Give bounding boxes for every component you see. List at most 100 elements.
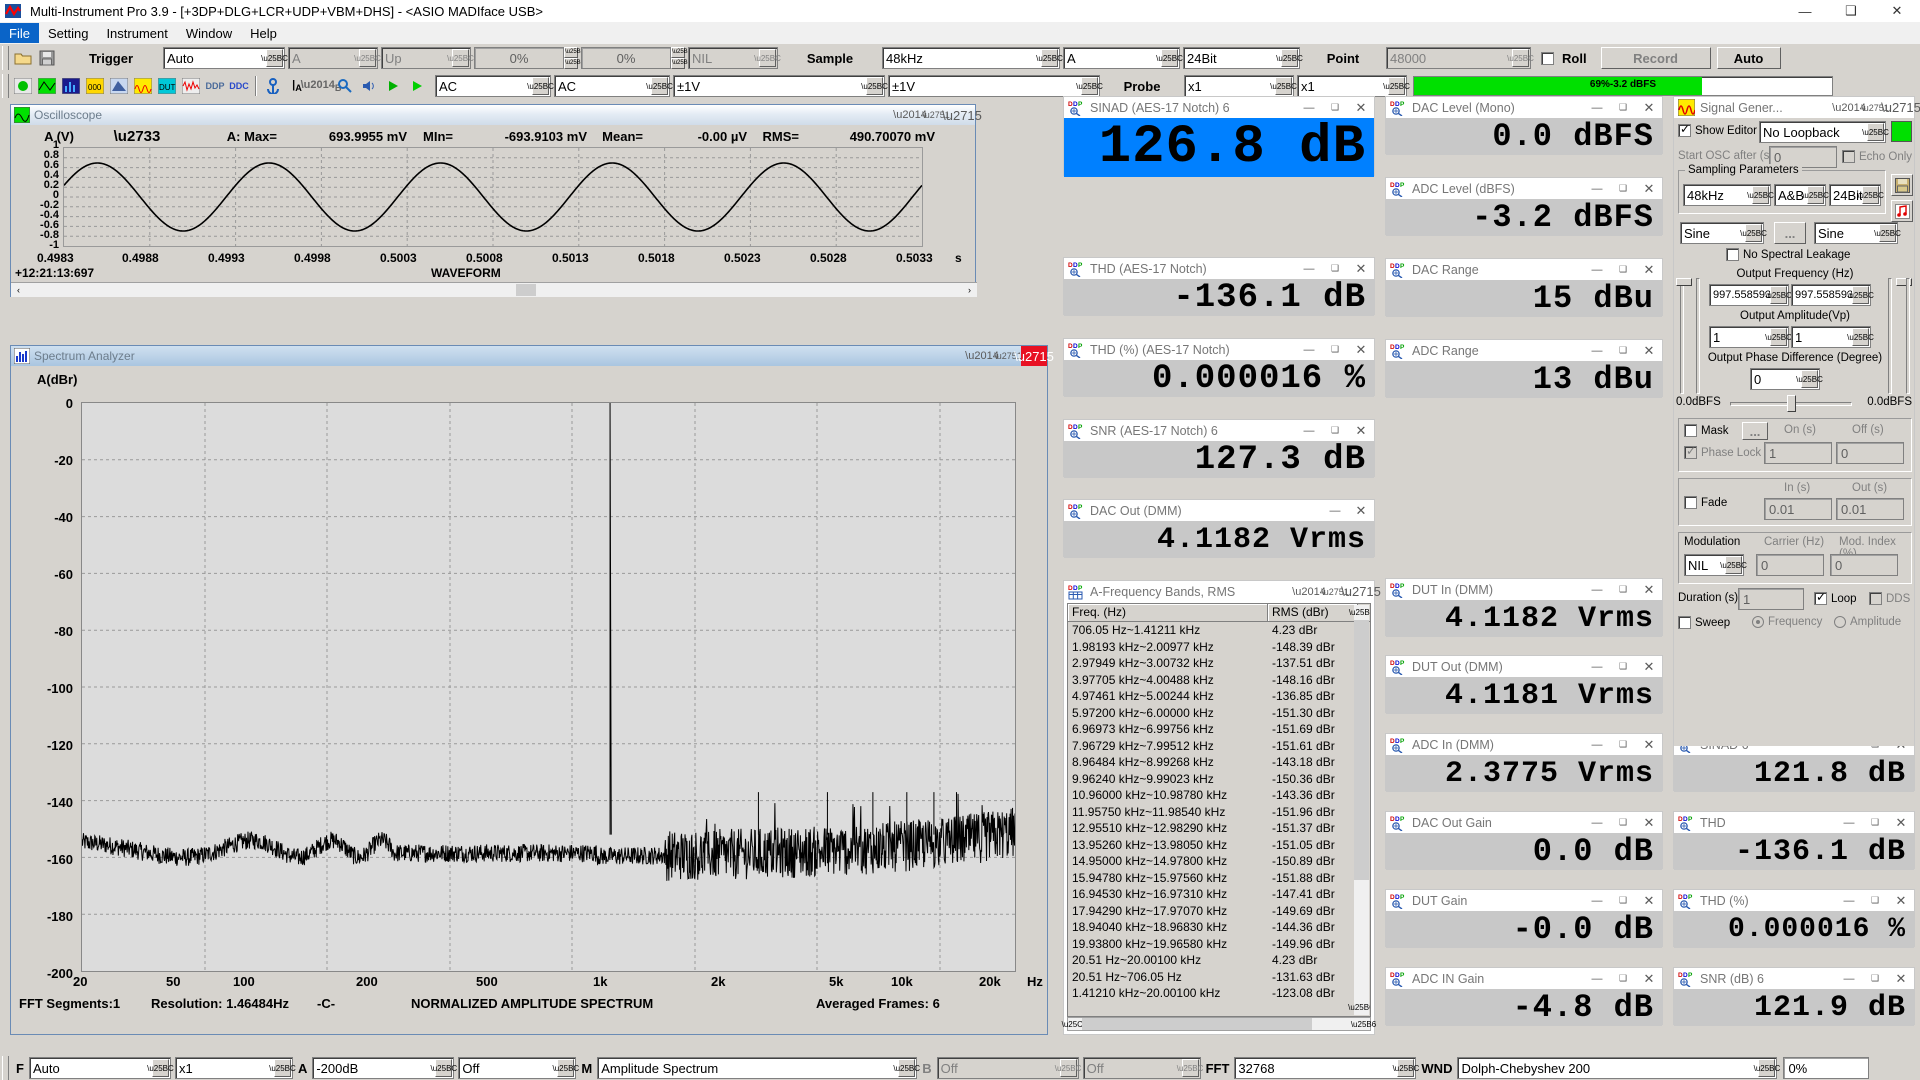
table-row[interactable]: 8.96484 kHz~8.99268 kHz-143.18 dBr [1068, 754, 1370, 771]
show-editor-group[interactable]: Show Editor [1678, 124, 1757, 137]
table-row[interactable]: 4.97461 kHz~5.00244 kHz-136.85 dBr [1068, 688, 1370, 705]
minimize-button[interactable]: — [1782, 0, 1828, 22]
chevron-down-icon[interactable]: \u25BC [1512, 49, 1529, 67]
chevron-down-icon[interactable]: \u25BC [532, 77, 549, 95]
meter-adc_range-close[interactable]: ✕ [1636, 341, 1662, 361]
level-slider-right[interactable] [1888, 278, 1892, 394]
meter-dac_range-minimize[interactable]: — [1584, 260, 1610, 280]
meter-snr6-minimize[interactable]: — [1836, 969, 1862, 989]
sg-sampling-bits-select[interactable]: 24Bit \u25BC [1829, 184, 1881, 206]
bb-overlap-field[interactable]: 0% [1783, 1057, 1869, 1079]
oscilloscope-icon[interactable] [12, 75, 34, 97]
meter-sinad_notch-maximize[interactable]: ❑ [1322, 98, 1348, 118]
meter-thd_notch-title-bar[interactable]: DDPTHD (AES-17 Notch)—❑✕ [1064, 258, 1374, 279]
chevron-down-icon[interactable]: \u25BC [452, 49, 469, 67]
chevron-down-icon[interactable]: \u25BC [435, 1059, 452, 1077]
scroll-down-icon[interactable]: \u25BC [1354, 1000, 1369, 1015]
meter-adc_in_gain-maximize[interactable]: ❑ [1610, 969, 1636, 989]
meter-dac_out_gain-minimize[interactable]: — [1584, 813, 1610, 833]
level-slider-left-2[interactable] [1696, 278, 1700, 394]
level-slider-left-thumb[interactable] [1676, 278, 1692, 286]
table-vscrollbar[interactable]: \u25B2 \u25BC [1354, 605, 1369, 1015]
table-row[interactable]: 2.97949 kHz~3.00732 kHz-137.51 dBr [1068, 655, 1370, 672]
meter-dut_gain-maximize[interactable]: ❑ [1610, 891, 1636, 911]
meter-thd_pct_notch-title-bar[interactable]: DDPTHD (%) (AES-17 Notch)—❑✕ [1064, 339, 1374, 360]
chevron-down-icon[interactable]: \u25BC [1060, 1059, 1077, 1077]
roll-checkbox[interactable] [1541, 52, 1554, 65]
meter-dac_out_dmm-minimize[interactable]: — [1322, 501, 1348, 521]
trigger-level-stepper[interactable]: \u25B2\u25BC [564, 47, 578, 69]
trigger-delay-field[interactable]: 0% [581, 47, 671, 69]
loopback-select[interactable]: No Loopback \u25BC [1759, 121, 1886, 143]
meter-dac_level_mono-maximize[interactable]: ❑ [1610, 98, 1636, 118]
ddp-icon[interactable]: DDP [204, 75, 226, 97]
table-row[interactable]: 1.41210 kHz~20.00100 kHz-123.08 dBr [1068, 985, 1370, 1002]
mask-checkbox[interactable] [1684, 424, 1697, 437]
chevron-down-icon[interactable]: \u25BC [1388, 77, 1405, 95]
music-note-icon[interactable] [1891, 200, 1913, 222]
meter-dac_out_gain-title-bar[interactable]: DDPDAC Out Gain—❑✕ [1386, 812, 1662, 833]
signal-generator-icon[interactable] [132, 75, 154, 97]
show-editor-checkbox[interactable] [1678, 124, 1691, 137]
frequency-radio-group[interactable]: Frequency [1752, 616, 1822, 628]
fade-checkbox[interactable] [1684, 496, 1697, 509]
meter-adc_in_dmm-close[interactable]: ✕ [1636, 735, 1662, 755]
table-hscroll-thumb[interactable] [1082, 1018, 1312, 1030]
menu-window[interactable]: Window [177, 23, 241, 43]
table-row[interactable]: 11.95750 kHz~11.98540 kHz-151.96 dBr [1068, 804, 1370, 821]
table-row[interactable]: 17.94290 kHz~17.97070 kHz-149.69 dBr [1068, 903, 1370, 920]
column-header-rms[interactable]: RMS (dBr) [1268, 604, 1358, 621]
coupling-b-select[interactable]: AC \u25BC [554, 75, 670, 97]
chevron-down-icon[interactable]: \u25BC [1770, 286, 1787, 304]
chevron-down-icon[interactable]: \u25BC [266, 49, 283, 67]
table-row[interactable]: 5.97200 kHz~6.00000 kHz-151.30 dBr [1068, 705, 1370, 722]
trigger-delay-stepper[interactable]: \u25B2\u25BC [671, 47, 685, 69]
toolbar-grip-2[interactable] [2, 74, 9, 98]
chevron-down-icon[interactable]: \u25BC [898, 1059, 915, 1077]
echo-only-group[interactable]: Echo Only [1842, 150, 1912, 163]
sg-sampling-channel-select[interactable]: A&B \u25BC [1774, 184, 1826, 206]
table-row[interactable]: 20.51 Hz~20.00100 kHz4.23 dBr [1068, 952, 1370, 969]
spectrum-analyzer-icon[interactable] [60, 75, 82, 97]
table-scroll-thumb[interactable] [1354, 620, 1369, 880]
frequency-radio[interactable] [1752, 616, 1764, 628]
table-row[interactable]: 3.97705 kHz~4.00488 kHz-148.16 dBr [1068, 672, 1370, 689]
bb-fft-select[interactable]: 32768 \u25BC [1234, 1057, 1416, 1079]
column-header-freq[interactable]: Freq. (Hz) [1068, 604, 1268, 621]
table-row[interactable]: 16.94530 kHz~16.97310 kHz-147.41 dBr [1068, 886, 1370, 903]
table-row[interactable]: 10.96000 kHz~10.98780 kHz-143.36 dBr [1068, 787, 1370, 804]
trigger-level-field[interactable]: 0% [474, 47, 564, 69]
amplitude-a-select[interactable]: 1 \u25BC [1709, 326, 1789, 348]
no-spectral-leakage-group[interactable]: No Spectral Leakage [1726, 248, 1850, 261]
bb-wnd-select[interactable]: Dolph-Chebyshev 200 \u25BC [1457, 1057, 1777, 1079]
meter-adc_in_gain-title-bar[interactable]: DDPADC IN Gain—❑✕ [1386, 968, 1662, 989]
table-row[interactable]: 15.94780 kHz~15.97560 kHz-151.88 dBr [1068, 870, 1370, 887]
meter-adc_in_dmm-minimize[interactable]: — [1584, 735, 1610, 755]
point-select[interactable]: 48000 \u25BC [1386, 47, 1531, 69]
meter-adc_level_dbfs-minimize[interactable]: — [1584, 179, 1610, 199]
meter-adc_range-minimize[interactable]: — [1584, 341, 1610, 361]
fade-in-field[interactable]: 0.01 [1764, 498, 1832, 520]
roll-checkbox-group[interactable]: Roll [1541, 51, 1595, 66]
zoom-icon[interactable] [334, 75, 356, 97]
meter-sinad_notch-close[interactable]: ✕ [1348, 98, 1374, 118]
chevron-down-icon[interactable]: \u25BC [1807, 186, 1824, 204]
meter-thd_pct_notch-maximize[interactable]: ❑ [1322, 340, 1348, 360]
probe-a-select[interactable]: x1 \u25BC [1184, 75, 1294, 97]
frequency-bands-title-bar[interactable]: DDP A-Frequency Bands, RMS \u2014 \u2751… [1064, 581, 1374, 602]
table-row[interactable]: 19.93800 kHz~19.96580 kHz-149.96 dBr [1068, 936, 1370, 953]
table-row[interactable]: 7.96729 kHz~7.99512 kHz-151.61 dBr [1068, 738, 1370, 755]
probe-b-select[interactable]: x1 \u25BC [1297, 75, 1407, 97]
carrier-field[interactable]: 0 [1756, 554, 1824, 576]
table-row[interactable]: 1.98193 kHz~2.00977 kHz-148.39 dBr [1068, 639, 1370, 656]
duration-field[interactable]: 1 [1738, 588, 1804, 610]
scroll-right-icon[interactable]: › [962, 283, 977, 297]
range-a-select[interactable]: ±1V \u25BC [673, 75, 885, 97]
fade-checkbox-group[interactable]: Fade [1684, 496, 1727, 509]
meter-snr_notch-maximize[interactable]: ❑ [1322, 421, 1348, 441]
meter-dac_out_gain-close[interactable]: ✕ [1636, 813, 1662, 833]
bb-a-select[interactable]: -200dB \u25BC [312, 1057, 454, 1079]
table-hscrollbar[interactable]: \u25C0 \u25B6 [1067, 1017, 1371, 1031]
meter-adc_in_gain-minimize[interactable]: — [1584, 969, 1610, 989]
meter-adc_level_dbfs-maximize[interactable]: ❑ [1610, 179, 1636, 199]
